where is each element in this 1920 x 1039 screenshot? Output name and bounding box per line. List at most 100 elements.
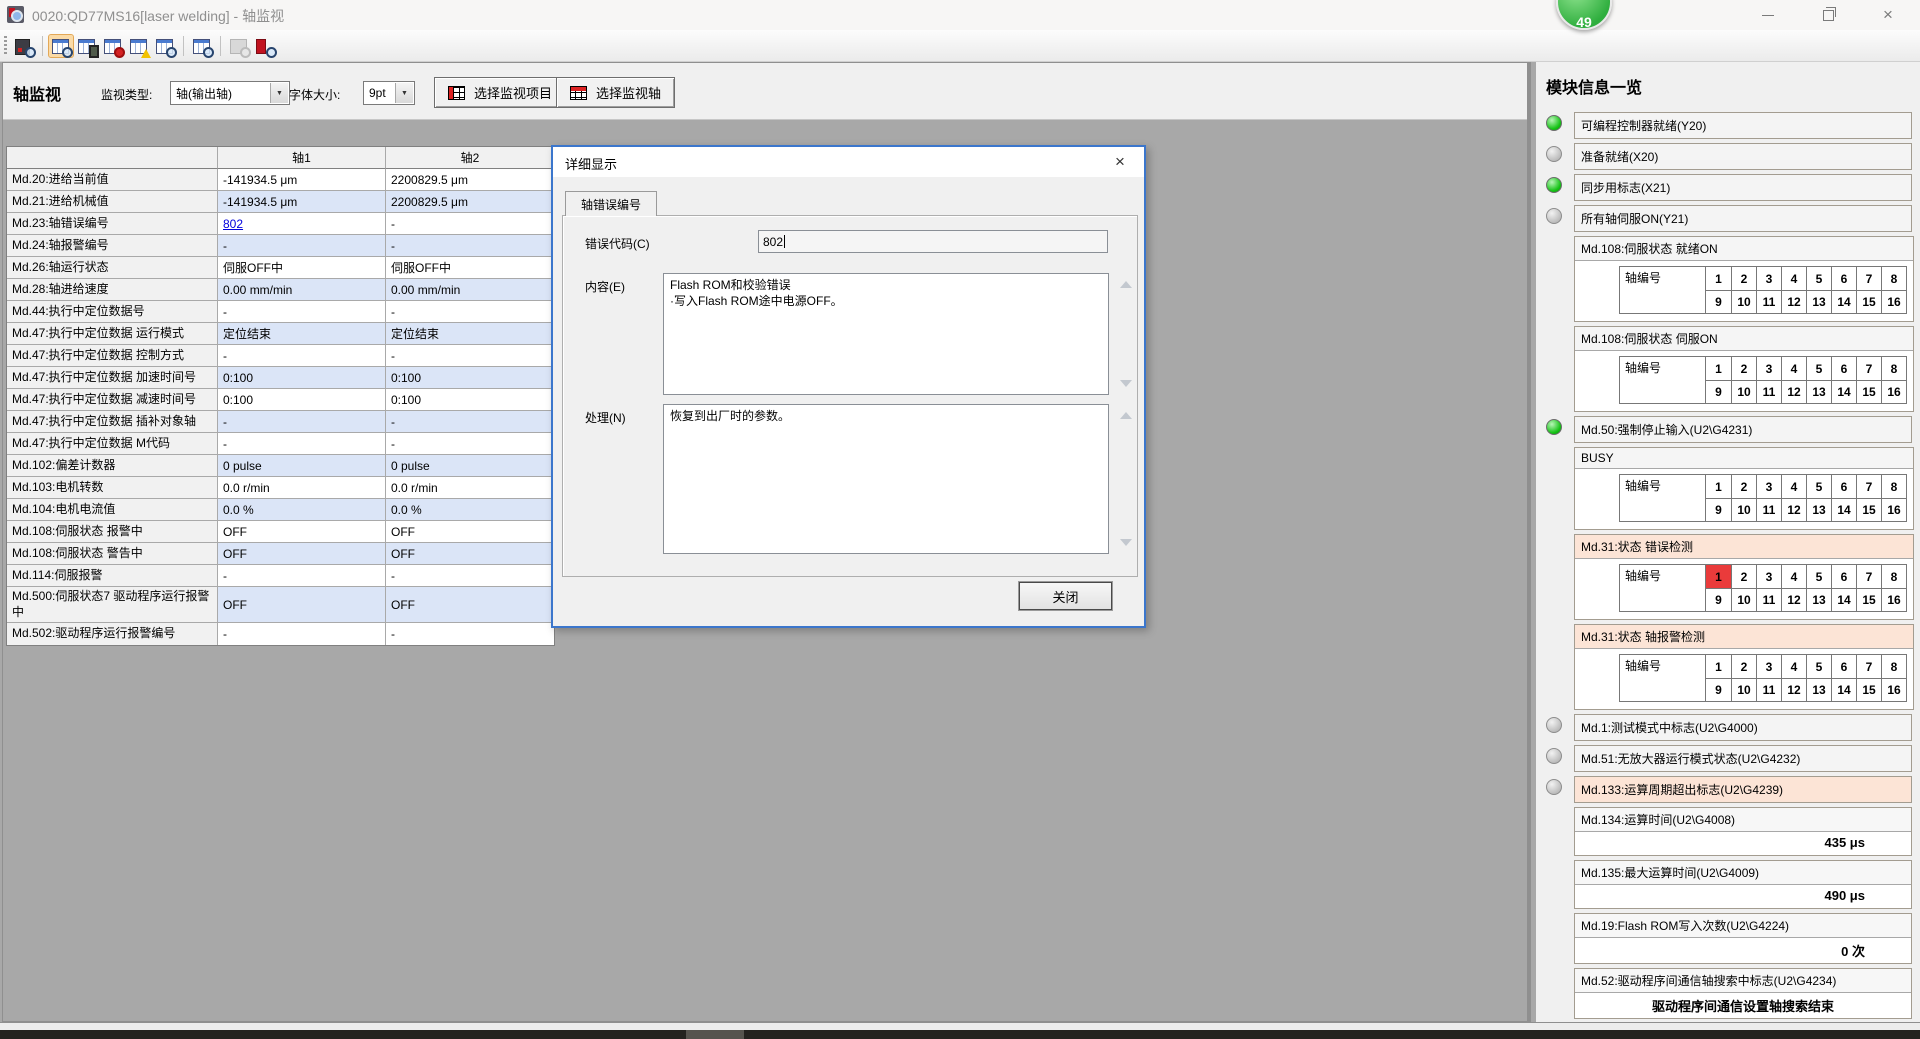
row-label-cell: Md.24:轴报警编号 — [7, 235, 218, 257]
axis2-value-cell[interactable]: 0 pulse — [386, 455, 554, 477]
table-row: Md.28:轴进给速度0.00 mm/min0.00 mm/min — [7, 279, 554, 301]
content-textarea[interactable]: Flash ROM和校验错误 ·写入Flash ROM途中电源OFF。 — [663, 273, 1109, 395]
axis-cell: 11 — [1756, 498, 1781, 521]
axis1-value-cell[interactable]: - — [218, 301, 386, 323]
axis1-value-cell[interactable]: - — [218, 433, 386, 455]
module-error-detail-icon[interactable] — [253, 35, 277, 57]
axis1-value-cell[interactable]: 0.0 r/min — [218, 477, 386, 499]
warning-monitor-icon[interactable] — [127, 35, 151, 57]
axis1-value-cell[interactable]: - — [218, 345, 386, 367]
axis-cell: 6 — [1831, 267, 1856, 290]
axis2-value-cell[interactable]: 0.00 mm/min — [386, 279, 554, 301]
axis1-value-cell[interactable]: OFF — [218, 543, 386, 565]
axis2-value-cell[interactable]: - — [386, 301, 554, 323]
axis1-value-cell[interactable]: 802 — [218, 213, 386, 235]
row-label-cell: Md.114:伺服报警 — [7, 565, 218, 587]
taskbar-button[interactable] — [686, 1030, 744, 1039]
axis-number-cells: 12345678910111213141516 — [1706, 655, 1906, 701]
axis1-value-cell[interactable]: - — [218, 235, 386, 257]
action-textarea[interactable]: 恢复到出厂时的参数。 — [663, 404, 1109, 554]
module-detail-icon[interactable] — [190, 35, 214, 57]
monitor-item-copy-icon[interactable] — [153, 35, 177, 57]
axis2-value-cell[interactable]: 伺服OFF中 — [386, 257, 554, 279]
close-window-button[interactable]: × — [1865, 0, 1911, 30]
axis-cell: 8 — [1881, 475, 1906, 498]
axis2-value-cell[interactable]: - — [386, 345, 554, 367]
axis1-value-cell[interactable]: 0:100 — [218, 367, 386, 389]
corner-header-cell — [7, 147, 218, 169]
axis2-value-cell[interactable]: - — [386, 235, 554, 257]
row-label-cell: Md.21:进给机械值 — [7, 191, 218, 213]
table-header-row: 轴1轴2 — [7, 147, 554, 169]
scroll-up-icon[interactable] — [1120, 412, 1132, 419]
axis-cell: 11 — [1756, 290, 1781, 313]
axis-cell: 14 — [1831, 498, 1856, 521]
green-led-icon — [1546, 177, 1562, 193]
restore-button[interactable] — [1805, 0, 1851, 30]
axis-cell: 6 — [1831, 565, 1856, 588]
axis1-value-cell[interactable]: OFF — [218, 587, 386, 623]
scroll-up-icon[interactable] — [1120, 281, 1132, 288]
axis1-value-cell[interactable]: -141934.5 μm — [218, 191, 386, 213]
font-size-dropdown[interactable]: 9pt ▼ — [363, 81, 415, 105]
error-monitor-icon[interactable] — [101, 35, 125, 57]
axis-cell: 3 — [1756, 565, 1781, 588]
axis2-value-cell[interactable]: 2200829.5 μm — [386, 191, 554, 213]
axis-monitor-icon[interactable] — [49, 35, 73, 57]
module-pair-icon[interactable] — [227, 35, 251, 57]
select-monitor-axes-button[interactable]: 选择监视轴 — [556, 77, 675, 108]
monitor-type-dropdown[interactable]: 轴(输出轴) ▼ — [170, 81, 290, 105]
axis-cell: 6 — [1831, 475, 1856, 498]
axis2-value-cell[interactable]: OFF — [386, 521, 554, 543]
axis1-value-cell[interactable]: 伺服OFF中 — [218, 257, 386, 279]
led-slot — [1544, 913, 1574, 916]
axis2-value-cell[interactable]: - — [386, 623, 554, 645]
axis1-value-cell[interactable]: 0.00 mm/min — [218, 279, 386, 301]
tab-axis-error-number[interactable]: 轴错误编号 — [565, 191, 657, 216]
axis2-value-cell[interactable]: - — [386, 411, 554, 433]
axis2-value-cell[interactable]: - — [386, 433, 554, 455]
axis2-value-cell[interactable]: 0.0 r/min — [386, 477, 554, 499]
error-code-link[interactable]: 802 — [223, 217, 243, 231]
table-row: Md.47:执行中定位数据 控制方式-- — [7, 345, 554, 367]
axis2-value-cell[interactable]: 0.0 % — [386, 499, 554, 521]
axis2-value-cell[interactable]: 0:100 — [386, 389, 554, 411]
axis2-value-cell[interactable]: OFF — [386, 543, 554, 565]
minimize-button[interactable] — [1745, 0, 1791, 30]
scroll-down-icon[interactable] — [1120, 380, 1132, 387]
axis1-value-cell[interactable]: - — [218, 411, 386, 433]
led-slot — [1544, 860, 1574, 863]
axis2-value-cell[interactable]: 2200829.5 μm — [386, 169, 554, 191]
panel-splitter[interactable] — [1528, 62, 1531, 1022]
axis2-value-cell[interactable]: 定位结束 — [386, 323, 554, 345]
axis1-value-cell[interactable]: 0:100 — [218, 389, 386, 411]
close-button[interactable]: 关闭 — [1019, 582, 1112, 610]
module-status-box: Md.50:强制停止输入(U2\G4231) — [1574, 416, 1912, 443]
monitor-status-icon[interactable] — [12, 35, 36, 57]
table-row: Md.47:执行中定位数据 运行模式定位结束定位结束 — [7, 323, 554, 345]
dialog-close-icon[interactable]: × — [1100, 147, 1140, 177]
axis2-value-cell[interactable]: - — [386, 565, 554, 587]
chevron-down-icon[interactable]: ▼ — [270, 83, 288, 103]
axis1-value-cell[interactable]: - — [218, 623, 386, 645]
axis1-value-cell[interactable]: - — [218, 565, 386, 587]
scroll-down-icon[interactable] — [1120, 539, 1132, 546]
row-label-cell: Md.26:轴运行状态 — [7, 257, 218, 279]
axis-cell: 8 — [1881, 565, 1906, 588]
axis-number-label: 轴编号 — [1620, 357, 1706, 403]
axis2-value-cell[interactable]: - — [386, 213, 554, 235]
axis1-value-cell[interactable]: OFF — [218, 521, 386, 543]
module-status-box: 准备就绪(X20) — [1574, 143, 1912, 170]
axis1-value-cell[interactable]: 0.0 % — [218, 499, 386, 521]
axis2-value-cell[interactable]: 0:100 — [386, 367, 554, 389]
chevron-down-icon[interactable]: ▼ — [395, 83, 413, 103]
module-monitor-icon[interactable] — [75, 35, 99, 57]
axis2-value-cell[interactable]: OFF — [386, 587, 554, 623]
axis1-value-cell[interactable]: 定位结束 — [218, 323, 386, 345]
error-code-field[interactable]: 802 — [758, 230, 1108, 253]
axis1-value-cell[interactable]: -141934.5 μm — [218, 169, 386, 191]
axis-cell: 12 — [1781, 588, 1806, 611]
axis-number-row: 910111213141516 — [1706, 588, 1906, 611]
select-monitor-items-button[interactable]: 选择监视项目 — [434, 77, 566, 108]
axis1-value-cell[interactable]: 0 pulse — [218, 455, 386, 477]
